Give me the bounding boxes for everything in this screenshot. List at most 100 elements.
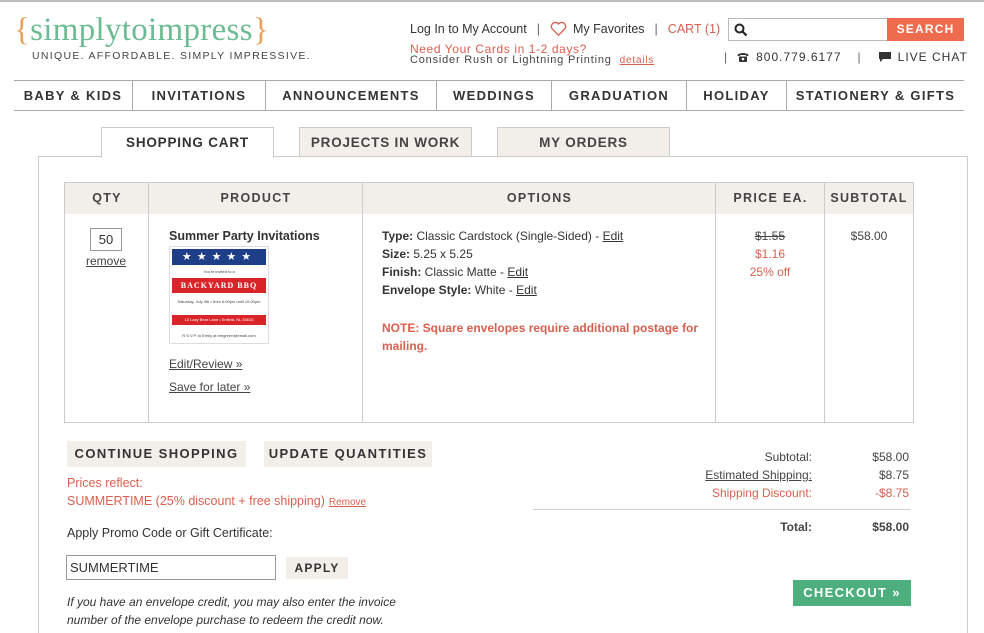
edit-type-link[interactable]: Edit <box>603 229 624 243</box>
discount-percent: 25% off <box>749 265 791 279</box>
applied-promo: SUMMERTIME (25% discount + free shipping… <box>67 494 366 508</box>
nav-weddings[interactable]: WEDDINGS <box>436 81 551 110</box>
continue-shopping-button[interactable]: CONTINUE SHOPPING <box>67 441 246 467</box>
option-dash: - <box>508 283 513 297</box>
column-divider <box>715 183 716 422</box>
nav-stationery-gifts[interactable]: STATIONERY & GIFTS <box>786 81 964 110</box>
option-size: Size: 5.25 x 5.25 <box>382 247 473 261</box>
envelope-note: NOTE: Square envelopes require additiona… <box>382 321 699 353</box>
apply-button[interactable]: APPLY <box>286 557 348 579</box>
option-envelope: Envelope Style: White - Edit <box>382 283 537 297</box>
save-for-later-link[interactable]: Save for later » <box>169 380 250 394</box>
quantity-input[interactable]: 50 <box>90 228 122 251</box>
logo-brace-right: } <box>252 12 269 48</box>
col-header-product: PRODUCT <box>149 183 363 214</box>
option-dash: - <box>595 229 600 243</box>
shipping-value: $8.75 <box>878 468 909 482</box>
total-label: Total: <box>780 520 812 534</box>
shipping-discount-label: Shipping Discount: <box>711 486 812 500</box>
card-text: R.S.V.P. to Emily at emgreen@email.com <box>182 333 256 338</box>
col-header-qty: QTY <box>65 183 149 214</box>
tagline: UNIQUE. AFFORDABLE. SIMPLY IMPRESSIVE. <box>32 50 311 62</box>
update-quantities-button[interactable]: UPDATE QUANTITIES <box>264 441 432 467</box>
search-input[interactable] <box>751 21 885 38</box>
option-value: White <box>474 283 506 297</box>
tab-my-orders[interactable]: MY ORDERS <box>497 127 670 157</box>
separator: | <box>857 50 862 64</box>
subtotal-label: Subtotal: <box>764 450 812 464</box>
option-label: Type: <box>382 229 414 243</box>
product-thumbnail[interactable]: ★★★★★ You're invited to a BACKYARD BBQ S… <box>169 246 269 344</box>
login-link[interactable]: Log In to My Account <box>410 22 527 36</box>
edit-envelope-link[interactable]: Edit <box>516 283 537 297</box>
option-dash: - <box>500 265 505 279</box>
favorites-link[interactable]: My Favorites <box>573 22 645 36</box>
option-type: Type: Classic Cardstock (Single-Sided) -… <box>382 229 623 243</box>
option-value: Classic Cardstock (Single-Sided) <box>416 229 592 243</box>
separator: | <box>654 21 658 36</box>
separator: | <box>724 50 729 64</box>
phone-icon <box>737 53 750 62</box>
details-link[interactable]: details <box>620 55 655 66</box>
option-label: Finish: <box>382 265 422 279</box>
option-label: Envelope Style: <box>382 283 472 297</box>
nav-baby-kids[interactable]: BABY & KIDS <box>14 81 132 110</box>
totals-divider <box>533 509 910 510</box>
promo-code-input[interactable] <box>66 555 276 580</box>
column-divider <box>148 183 149 422</box>
logo-text: simplytoimpress <box>30 12 253 48</box>
nav-announcements[interactable]: ANNOUNCEMENTS <box>265 81 436 110</box>
edit-review-link[interactable]: Edit/Review » <box>169 357 242 371</box>
checkout-button[interactable]: CHECKOUT » <box>793 580 911 606</box>
nav-holiday[interactable]: HOLIDAY <box>686 81 786 110</box>
col-header-price: PRICE EA. <box>716 183 825 214</box>
nav-invitations[interactable]: INVITATIONS <box>132 81 265 110</box>
card-text: You're invited to a <box>203 269 235 274</box>
tab-projects-in-work[interactable]: PROJECTS IN WORK <box>299 127 472 157</box>
column-divider <box>362 183 363 422</box>
option-value: Classic Matte <box>424 265 497 279</box>
separator: | <box>536 21 540 36</box>
card-address: 13 Lazy Bear Lane • Enfield, NL 33610 <box>172 315 266 325</box>
estimated-shipping-link[interactable]: Estimated Shipping: <box>652 468 812 482</box>
contact-bar: | 800.779.6177 | LIVE CHAT <box>724 50 968 64</box>
promo-label: Apply Promo Code or Gift Certificate: <box>67 526 273 540</box>
product-name[interactable]: Summer Party Invitations <box>169 229 320 243</box>
nav-graduation[interactable]: GRADUATION <box>551 81 686 110</box>
price-original: $1.55 <box>754 229 786 243</box>
option-finish: Finish: Classic Matte - Edit <box>382 265 528 279</box>
search-button[interactable]: SEARCH <box>887 18 964 41</box>
line-subtotal: $58.00 <box>850 229 888 243</box>
rush-sub-text: Consider Rush or Lightning Printing <box>410 54 612 66</box>
rush-sub: Consider Rush or Lightning Printing detai… <box>410 54 654 66</box>
card-title: BACKYARD BBQ <box>172 278 266 293</box>
col-header-subtotal: SUBTOTAL <box>825 183 913 214</box>
remove-promo-link[interactable]: Remove <box>329 497 366 508</box>
logo[interactable]: {simplytoimpress} <box>14 12 269 48</box>
subtotal-value: $58.00 <box>872 450 909 464</box>
cart-link[interactable]: CART (1) <box>668 22 720 36</box>
live-chat-link[interactable]: LIVE CHAT <box>898 50 968 64</box>
phone-number[interactable]: 800.779.6177 <box>756 50 841 64</box>
card-text: Saturday, July 4th • from 6:00pm until 1… <box>177 299 261 304</box>
option-label: Size: <box>382 247 411 261</box>
search-icon <box>734 23 748 37</box>
applied-promo-text: SUMMERTIME (25% discount + free shipping… <box>67 494 325 508</box>
top-border <box>0 0 984 2</box>
tab-shopping-cart[interactable]: SHOPPING CART <box>101 127 274 158</box>
logo-brace-left: { <box>14 12 31 48</box>
chat-icon <box>878 52 891 62</box>
cart-table: QTY PRODUCT OPTIONS PRICE EA. SUBTOTAL 5… <box>64 182 914 423</box>
total-value: $58.00 <box>872 520 909 534</box>
envelope-credit-note: If you have an envelope credit, you may … <box>67 595 396 627</box>
search-box <box>728 18 888 41</box>
price-discounted: $1.16 <box>754 247 786 261</box>
option-value: 5.25 x 5.25 <box>413 247 473 261</box>
column-divider <box>824 183 825 422</box>
edit-finish-link[interactable]: Edit <box>507 265 528 279</box>
shipping-discount-value: -$8.75 <box>874 486 909 500</box>
col-header-options: OPTIONS <box>363 183 716 214</box>
remove-link[interactable]: remove <box>86 254 126 268</box>
header-links: Log In to My Account | My Favorites | CA… <box>410 21 720 36</box>
main-nav: BABY & KIDS INVITATIONS ANNOUNCEMENTS WE… <box>14 80 964 111</box>
